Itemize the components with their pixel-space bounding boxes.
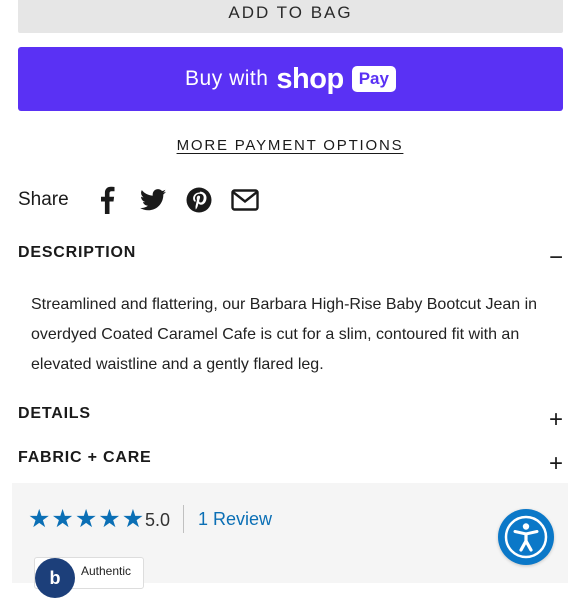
reviews-summary: ★ ★ ★ ★ ★ 5.0 1 Review b Authentic xyxy=(12,483,568,598)
more-payment-options-row: MORE PAYMENT OPTIONS xyxy=(0,137,580,155)
bazaarvoice-logo-icon: b xyxy=(35,558,75,598)
accessibility-icon[interactable] xyxy=(498,509,554,565)
share-row: Share xyxy=(18,184,275,216)
star-icon: ★ xyxy=(51,505,74,533)
collapse-icon[interactable]: − xyxy=(549,246,563,270)
shop-pay-button[interactable]: Buy with shop Pay xyxy=(18,47,563,111)
divider xyxy=(183,505,184,533)
more-payment-options-link[interactable]: MORE PAYMENT OPTIONS xyxy=(177,137,404,154)
badge-text: Authentic xyxy=(81,564,132,578)
facebook-icon[interactable] xyxy=(91,184,123,216)
description-title: DESCRIPTION xyxy=(18,244,137,261)
pay-badge: Pay xyxy=(351,66,396,92)
average-rating: 5.0 xyxy=(145,510,171,530)
fabric-care-accordion-header[interactable]: FABRIC + CARE + xyxy=(18,449,563,476)
share-label: Share xyxy=(18,189,69,210)
shop-logo: shop xyxy=(276,62,344,95)
details-title: DETAILS xyxy=(18,405,91,422)
star-icon: ★ xyxy=(28,505,51,533)
star-icon: ★ xyxy=(98,505,121,533)
description-text: Streamlined and flattering, our Barbara … xyxy=(31,296,538,373)
expand-icon[interactable]: + xyxy=(549,408,563,432)
buy-with-label: Buy with xyxy=(185,67,269,90)
add-to-bag-label: ADD TO BAG xyxy=(228,2,353,22)
star-icon: ★ xyxy=(74,505,98,533)
details-accordion-header[interactable]: DETAILS + xyxy=(18,405,563,432)
description-accordion-header[interactable]: DESCRIPTION − xyxy=(18,244,563,270)
star-icon: ★ xyxy=(121,505,145,533)
authentic-reviews-badge: b Authentic xyxy=(34,557,144,598)
star-rating: ★ ★ ★ ★ ★ xyxy=(28,504,144,534)
pinterest-icon[interactable] xyxy=(183,184,215,216)
expand-icon[interactable]: + xyxy=(549,452,563,476)
email-icon[interactable] xyxy=(229,184,261,216)
add-to-bag-button[interactable]: ADD TO BAG xyxy=(18,0,563,33)
review-count-link[interactable]: 1 Review xyxy=(198,509,272,530)
twitter-icon[interactable] xyxy=(137,184,169,216)
fabric-care-title: FABRIC + CARE xyxy=(18,449,152,466)
